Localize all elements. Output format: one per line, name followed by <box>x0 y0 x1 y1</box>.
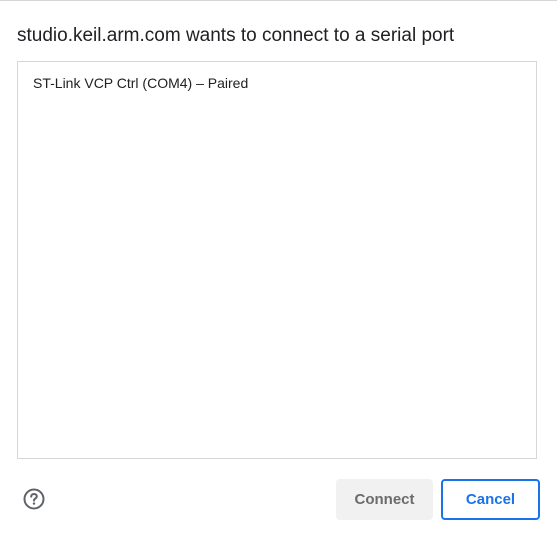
serial-port-item[interactable]: ST-Link VCP Ctrl (COM4) – Paired <box>18 62 536 104</box>
connect-button[interactable]: Connect <box>336 479 433 520</box>
serial-port-dialog: studio.keil.arm.com wants to connect to … <box>0 0 557 537</box>
serial-port-list[interactable]: ST-Link VCP Ctrl (COM4) – Paired <box>17 61 537 459</box>
question-circle-icon[interactable] <box>23 488 45 510</box>
cancel-button[interactable]: Cancel <box>441 479 540 520</box>
serial-port-label: ST-Link VCP Ctrl (COM4) – Paired <box>33 75 249 91</box>
dialog-title: studio.keil.arm.com wants to connect to … <box>17 25 455 46</box>
